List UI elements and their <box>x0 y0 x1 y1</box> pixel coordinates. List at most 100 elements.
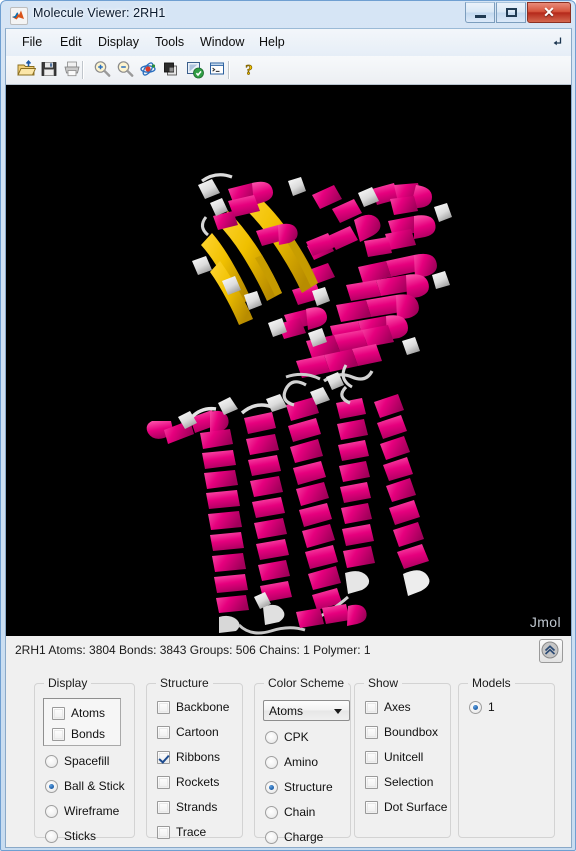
checkbox-atoms-label: Atoms <box>71 706 106 720</box>
radio-chain[interactable]: Chain <box>265 805 315 819</box>
minimize-icon <box>475 15 486 18</box>
molecule-viewport[interactable]: Jmol <box>6 85 571 636</box>
close-button[interactable]: ✕ <box>527 2 571 23</box>
radio-cpk-label: CPK <box>284 730 309 744</box>
radio-chain-label: Chain <box>284 805 316 819</box>
color-scheme-select[interactable]: Atoms <box>263 700 350 721</box>
checkbox-trace-label: Trace <box>176 825 207 839</box>
checkbox-rockets-label: Rockets <box>176 775 220 789</box>
toolbar-separator <box>82 61 84 79</box>
checkbox-axes-label: Axes <box>384 700 411 714</box>
status-bar: 2RH1 Atoms: 3804 Bonds: 3843 Groups: 506… <box>6 636 571 666</box>
minimize-button[interactable] <box>465 2 495 23</box>
checkbox-dot-surface-label: Dot Surface <box>384 800 448 814</box>
checkbox-dot-surface[interactable]: Dot Surface <box>365 800 447 814</box>
menu-file[interactable]: File <box>18 34 46 50</box>
menu-window[interactable]: Window <box>196 34 248 50</box>
save-button[interactable] <box>39 59 61 81</box>
display-group: Display Atoms Bonds Spacefill Ball & Sti… <box>34 676 135 843</box>
radio-wireframe[interactable]: Wireframe <box>45 804 119 818</box>
checkbox-cartoon[interactable]: Cartoon <box>157 725 219 739</box>
radio-cpk-button[interactable] <box>265 730 278 744</box>
radio-model-1[interactable]: 1 <box>469 700 495 714</box>
radio-chain-button[interactable] <box>265 805 278 819</box>
checkbox-strands-box[interactable] <box>157 800 170 814</box>
toolbar: ? <box>6 56 571 85</box>
radio-amino-button[interactable] <box>265 755 278 769</box>
layers-button[interactable] <box>161 59 183 81</box>
radio-amino[interactable]: Amino <box>265 755 318 769</box>
radio-charge-button[interactable] <box>265 830 278 844</box>
menu-display[interactable]: Display <box>94 34 143 50</box>
rotate-3d-button[interactable] <box>138 59 160 81</box>
open-file-button[interactable] <box>16 59 38 81</box>
radio-spacefill[interactable]: Spacefill <box>45 754 109 768</box>
checkbox-bonds[interactable]: Bonds <box>52 727 105 741</box>
overflow-arrow-icon[interactable] <box>552 36 563 50</box>
checkbox-axes[interactable]: Axes <box>365 700 411 714</box>
radio-ball-and-stick-button[interactable] <box>45 779 58 793</box>
checkbox-ribbons[interactable]: Ribbons <box>157 750 220 764</box>
radio-spacefill-button[interactable] <box>45 754 58 768</box>
radio-charge-label: Charge <box>284 830 324 844</box>
radio-structure[interactable]: Structure <box>265 780 333 794</box>
checkbox-trace-box[interactable] <box>157 825 170 839</box>
checkbox-unitcell[interactable]: Unitcell <box>365 750 423 764</box>
checkbox-backbone[interactable]: Backbone <box>157 700 229 714</box>
checkbox-ribbons-box[interactable] <box>157 750 170 764</box>
checkbox-rockets-box[interactable] <box>157 775 170 789</box>
checkbox-boundbox[interactable]: Boundbox <box>365 725 438 739</box>
radio-charge[interactable]: Charge <box>265 830 323 844</box>
checkbox-rockets[interactable]: Rockets <box>157 775 219 789</box>
zoom-in-button[interactable] <box>92 59 114 81</box>
checkbox-atoms-box[interactable] <box>52 706 65 720</box>
application-window: Molecule Viewer: 2RH1 ✕ File Edit Displa… <box>0 0 576 851</box>
checkbox-dot-surface-box[interactable] <box>365 800 378 814</box>
checkbox-cartoon-label: Cartoon <box>176 725 219 739</box>
zoom-out-button[interactable] <box>115 59 137 81</box>
models-group-title: Models <box>468 676 515 690</box>
client-area: File Edit Display Tools Window Help ? Jm… <box>5 28 572 848</box>
collapse-panel-button[interactable] <box>539 639 563 663</box>
maximize-icon <box>506 8 517 17</box>
menu-edit[interactable]: Edit <box>56 34 86 50</box>
checkbox-trace[interactable]: Trace <box>157 825 206 839</box>
checkbox-unitcell-label: Unitcell <box>384 750 424 764</box>
checkbox-strands[interactable]: Strands <box>157 800 217 814</box>
console-window-button[interactable] <box>207 59 229 81</box>
radio-cpk[interactable]: CPK <box>265 730 309 744</box>
checkbox-cartoon-box[interactable] <box>157 725 170 739</box>
checkbox-selection-label: Selection <box>384 775 434 789</box>
checkbox-selection[interactable]: Selection <box>365 775 433 789</box>
print-button[interactable] <box>62 59 84 81</box>
help-button[interactable]: ? <box>239 59 261 81</box>
radio-sticks-button[interactable] <box>45 829 58 843</box>
radio-ball-and-stick[interactable]: Ball & Stick <box>45 779 125 793</box>
radio-model-1-label: 1 <box>488 700 495 714</box>
radio-spacefill-label: Spacefill <box>64 754 110 768</box>
chevron-down-icon[interactable] <box>334 709 342 714</box>
title-bar[interactable]: Molecule Viewer: 2RH1 ✕ <box>1 1 576 29</box>
menu-tools[interactable]: Tools <box>151 34 188 50</box>
checkbox-axes-box[interactable] <box>365 700 378 714</box>
checkbox-boundbox-box[interactable] <box>365 725 378 739</box>
checkbox-atoms[interactable]: Atoms <box>52 706 105 720</box>
svg-text:?: ? <box>245 63 253 79</box>
color-scheme-group-title: Color Scheme <box>264 676 349 690</box>
checkbox-backbone-box[interactable] <box>157 700 170 714</box>
maximize-button[interactable] <box>496 2 526 23</box>
reset-view-button[interactable] <box>184 59 206 81</box>
radio-model-1-button[interactable] <box>469 700 482 714</box>
menu-help[interactable]: Help <box>255 34 289 50</box>
control-panel: Display Atoms Bonds Spacefill Ball & Sti… <box>6 665 571 847</box>
molecule-info-text: 2RH1 Atoms: 3804 Bonds: 3843 Groups: 506… <box>15 643 371 657</box>
checkbox-unitcell-box[interactable] <box>365 750 378 764</box>
checkbox-selection-box[interactable] <box>365 775 378 789</box>
radio-wireframe-button[interactable] <box>45 804 58 818</box>
show-group-title: Show <box>364 676 403 690</box>
models-group: Models 1 <box>458 676 555 838</box>
radio-sticks[interactable]: Sticks <box>45 829 96 843</box>
checkbox-bonds-label: Bonds <box>71 727 106 741</box>
checkbox-bonds-box[interactable] <box>52 727 65 741</box>
radio-structure-button[interactable] <box>265 780 278 794</box>
